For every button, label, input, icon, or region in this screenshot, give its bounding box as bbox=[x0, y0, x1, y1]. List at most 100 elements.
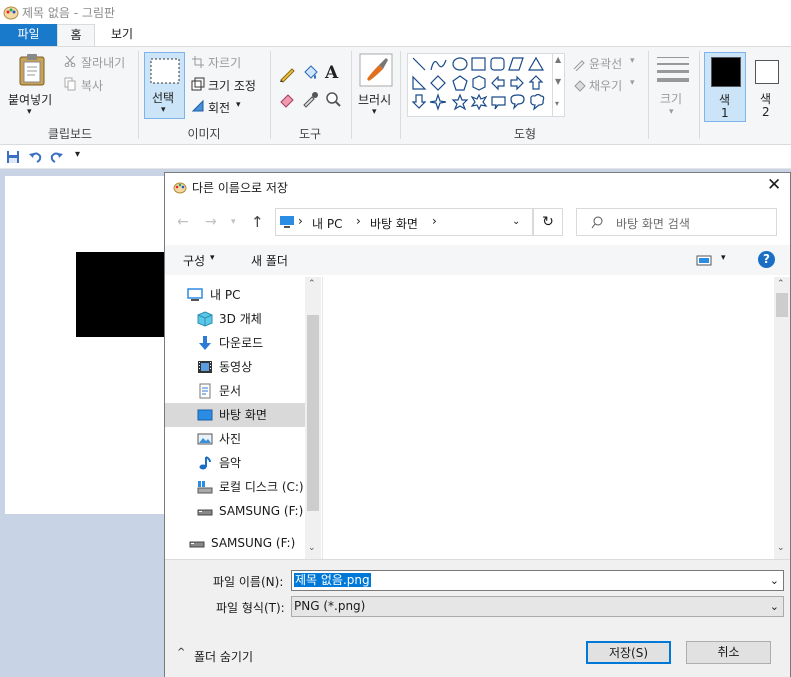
nav-item-usb-drive[interactable]: SAMSUNG (F:) bbox=[165, 499, 305, 523]
magnifier-icon[interactable] bbox=[324, 90, 342, 108]
cancel-button[interactable]: 취소 bbox=[686, 641, 771, 664]
select-label: 선택 bbox=[152, 91, 175, 105]
customize-qat-icon[interactable]: ▾ bbox=[75, 149, 80, 160]
filetype-dropdown-icon[interactable]: ⌄ bbox=[770, 597, 779, 616]
nav-item-3d-objects[interactable]: 3D 개체 bbox=[165, 307, 305, 331]
crop-button[interactable]: 자르기 bbox=[208, 54, 241, 71]
refresh-icon[interactable]: ↻ bbox=[533, 208, 563, 236]
breadcrumb-pc[interactable]: 내 PC bbox=[312, 215, 342, 232]
paste-dropdown-icon[interactable]: ▾ bbox=[27, 107, 32, 117]
address-dropdown-icon[interactable]: ⌄ bbox=[512, 216, 520, 227]
forward-arrow-icon[interactable]: → bbox=[205, 214, 217, 230]
address-bar[interactable]: › 내 PC › 바탕 화면 › ⌄ bbox=[275, 208, 533, 236]
text-tool-icon[interactable]: A bbox=[325, 63, 338, 83]
nav-scroll-thumb[interactable] bbox=[307, 315, 319, 511]
save-icon[interactable] bbox=[6, 150, 20, 164]
usb-drive-icon bbox=[197, 509, 213, 516]
recent-locations-icon[interactable]: ▾ bbox=[231, 217, 236, 227]
organize-button[interactable]: 구성 bbox=[183, 252, 205, 269]
outline-dropdown-icon[interactable]: ▾ bbox=[630, 56, 635, 66]
brush-dropdown-icon[interactable]: ▾ bbox=[372, 107, 377, 117]
copy-button[interactable]: 복사 bbox=[81, 77, 103, 94]
nav-item-downloads[interactable]: 다운로드 bbox=[165, 331, 305, 355]
up-arrow-icon[interactable]: ↑ bbox=[251, 213, 264, 231]
resize-button[interactable]: 크기 조정 bbox=[208, 77, 256, 94]
chevron-up-icon[interactable]: ^ bbox=[177, 647, 185, 658]
tab-file[interactable]: 파일 bbox=[0, 24, 57, 46]
brush-button[interactable]: 브러시 bbox=[358, 91, 391, 108]
shapes-more-icon[interactable]: ▾ bbox=[555, 99, 559, 108]
color1-button[interactable]: 색 1 bbox=[704, 52, 746, 122]
nav-item-documents[interactable]: 문서 bbox=[165, 379, 305, 403]
shapes-scroll[interactable]: ▲ ▼ ▾ bbox=[552, 53, 566, 117]
scroll-up-icon[interactable]: ⌃ bbox=[308, 279, 316, 289]
nav-item-videos[interactable]: 동영상 bbox=[165, 355, 305, 379]
paste-icon[interactable] bbox=[18, 53, 48, 87]
save-button[interactable]: 저장(S) bbox=[586, 641, 671, 664]
filename-input[interactable]: 제목 없음.png ⌄ bbox=[291, 570, 784, 591]
nav-item-usb-drive-root[interactable]: SAMSUNG (F:) bbox=[165, 531, 305, 555]
nav-item-local-disk[interactable]: 로컬 디스크 (C:) bbox=[165, 475, 305, 499]
crop-icon bbox=[192, 56, 204, 68]
scroll-up-icon[interactable]: ⌃ bbox=[777, 279, 785, 289]
shapes-down-icon[interactable]: ▼ bbox=[555, 77, 561, 86]
new-folder-button[interactable]: 새 폴더 bbox=[251, 252, 288, 269]
clipboard-group-label: 클립보드 bbox=[47, 127, 93, 141]
black-rectangle-shape bbox=[76, 252, 165, 337]
nav-item-pc[interactable]: 내 PC bbox=[165, 283, 305, 307]
pc-icon bbox=[187, 288, 203, 301]
navigation-pane: 내 PC 3D 개체 다운로드 동영상 문서 바탕 화면 사진 음악 로컬 디스… bbox=[165, 277, 305, 559]
organize-dropdown-icon[interactable]: ▾ bbox=[210, 253, 215, 263]
cut-button[interactable]: 잘라내기 bbox=[81, 54, 125, 71]
pc-icon bbox=[280, 216, 294, 228]
rotate-dropdown-icon[interactable]: ▾ bbox=[236, 100, 241, 110]
search-icon bbox=[591, 216, 603, 229]
search-placeholder: 바탕 화면 검색 bbox=[616, 217, 690, 231]
view-dropdown-icon[interactable]: ▾ bbox=[721, 253, 726, 263]
size-icon[interactable] bbox=[656, 55, 690, 83]
fill-bucket-icon[interactable] bbox=[301, 64, 319, 82]
rotate-button[interactable]: 회전 bbox=[208, 99, 230, 116]
fill-dropdown-icon[interactable]: ▾ bbox=[630, 78, 635, 88]
file-list-area[interactable] bbox=[322, 277, 775, 559]
tab-view[interactable]: 보기 bbox=[98, 24, 146, 46]
back-arrow-icon[interactable]: ← bbox=[177, 214, 189, 230]
outline-button[interactable]: 윤곽선 bbox=[589, 55, 622, 72]
drawing-canvas[interactable] bbox=[5, 176, 165, 514]
breadcrumb-desktop[interactable]: 바탕 화면 bbox=[370, 215, 418, 232]
shapes-up-icon[interactable]: ▲ bbox=[555, 55, 561, 64]
color2-swatch bbox=[755, 60, 779, 84]
pencil-icon[interactable] bbox=[278, 65, 296, 83]
fill-button[interactable]: 채우기 bbox=[589, 77, 622, 94]
tab-home[interactable]: 홈 bbox=[57, 24, 95, 46]
filetype-label: 파일 형식(T): bbox=[216, 601, 285, 615]
view-options-icon[interactable] bbox=[696, 255, 712, 266]
hide-folders-button[interactable]: 폴더 숨기기 bbox=[194, 648, 253, 665]
help-icon[interactable]: ? bbox=[758, 251, 775, 268]
undo-icon[interactable] bbox=[28, 150, 42, 164]
file-list-scrollbar[interactable]: ⌃ ⌄ bbox=[774, 277, 790, 559]
shapes-gallery[interactable] bbox=[407, 53, 565, 117]
size-button[interactable]: 크기 bbox=[660, 90, 682, 107]
scroll-down-icon[interactable]: ⌄ bbox=[308, 543, 316, 553]
brush-icon[interactable] bbox=[359, 53, 393, 87]
nav-item-desktop[interactable]: 바탕 화면 bbox=[165, 403, 305, 427]
redo-icon[interactable] bbox=[50, 150, 64, 164]
paste-button[interactable]: 붙여넣기 bbox=[8, 91, 52, 108]
size-dropdown-icon[interactable]: ▾ bbox=[669, 107, 674, 117]
color2-button[interactable]: 색 2 bbox=[750, 52, 788, 122]
select-button[interactable]: 선택 ▾ bbox=[144, 52, 185, 119]
color-picker-icon[interactable] bbox=[301, 90, 319, 108]
filetype-select[interactable]: PNG (*.png) ⌄ bbox=[291, 596, 784, 617]
scroll-down-icon[interactable]: ⌄ bbox=[777, 543, 785, 553]
eraser-icon[interactable] bbox=[278, 90, 296, 108]
nav-scrollbar[interactable]: ⌃ ⌄ bbox=[305, 277, 321, 559]
nav-item-pictures[interactable]: 사진 bbox=[165, 427, 305, 451]
nav-label: 다운로드 bbox=[219, 336, 264, 350]
select-icon bbox=[150, 58, 180, 84]
close-icon[interactable]: ✕ bbox=[767, 175, 781, 195]
filename-dropdown-icon[interactable]: ⌄ bbox=[770, 571, 779, 590]
nav-item-music[interactable]: 음악 bbox=[165, 451, 305, 475]
search-box[interactable]: 바탕 화면 검색 bbox=[576, 208, 777, 236]
file-scroll-thumb[interactable] bbox=[776, 293, 788, 317]
